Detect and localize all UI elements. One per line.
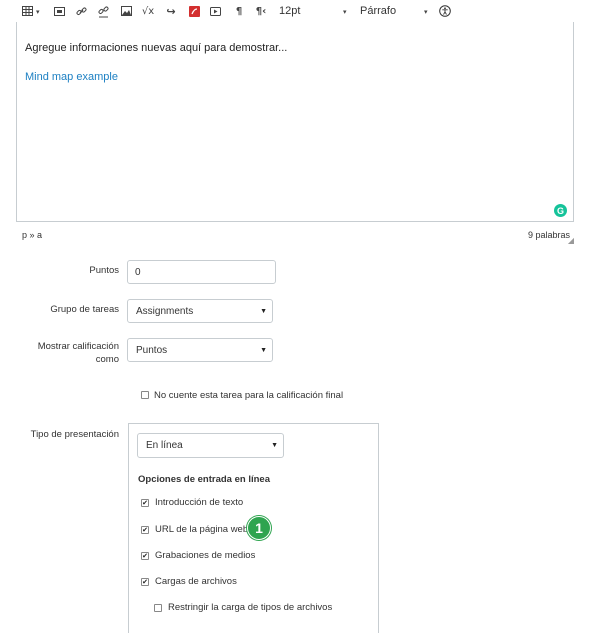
display-grade-value: Puntos <box>136 344 168 356</box>
image-icon[interactable] <box>119 4 133 18</box>
points-label: Puntos <box>89 265 119 276</box>
restrict-file-types-checkbox[interactable] <box>154 604 162 612</box>
ltr-icon[interactable]: ¶ <box>232 4 246 18</box>
word-count: 9 palabras <box>527 230 570 240</box>
exclude-final-grade-checkbox[interactable] <box>141 391 149 399</box>
editor-toolbar: ▾ √x ↪ ¶ ¶‹ 12pt ▾ Párrafo ▾ <box>0 0 600 24</box>
points-input[interactable]: 0 <box>127 260 276 284</box>
equation-icon[interactable]: √x <box>141 4 155 18</box>
editor-text[interactable]: Agregue informaciones nuevas aquí para d… <box>25 42 287 54</box>
accessibility-icon[interactable] <box>438 4 452 18</box>
display-grade-select[interactable]: Puntos ▼ <box>127 338 273 362</box>
website-url-checkbox[interactable]: ✔ <box>141 526 149 534</box>
video-icon[interactable] <box>208 4 222 18</box>
rich-text-editor[interactable]: Agregue informaciones nuevas aquí para d… <box>16 22 574 222</box>
unlink-icon[interactable] <box>96 4 110 18</box>
file-uploads-label[interactable]: Cargas de archivos <box>155 576 237 587</box>
submission-type-select[interactable]: En línea ▼ <box>137 433 284 458</box>
rtl-icon[interactable]: ¶‹ <box>254 4 268 18</box>
assignment-group-select[interactable]: Assignments ▼ <box>127 299 273 323</box>
chevron-down-icon: ▼ <box>260 346 267 354</box>
restrict-file-types-label[interactable]: Restringir la carga de tipos de archivos <box>168 602 332 613</box>
website-url-label[interactable]: URL de la página web <box>155 524 248 535</box>
media-recordings-checkbox[interactable]: ✔ <box>141 552 149 560</box>
chevron-down-icon[interactable]: ▾ <box>36 8 40 16</box>
chevron-down-icon[interactable]: ▾ <box>424 8 428 16</box>
callout-badge: 1 <box>247 516 271 540</box>
assignment-group-label: Grupo de tareas <box>50 304 119 315</box>
font-size-select[interactable]: 12pt <box>279 5 300 17</box>
element-path[interactable]: p » a <box>22 230 42 240</box>
media-icon[interactable] <box>52 4 66 18</box>
mind-map-link[interactable]: Mind map example <box>25 71 118 83</box>
table-icon[interactable] <box>20 4 34 18</box>
exclude-final-grade-label[interactable]: No cuente esta tarea para la calificació… <box>154 390 343 401</box>
submission-type-label: Tipo de presentación <box>30 429 119 440</box>
link-icon[interactable] <box>74 4 88 18</box>
chevron-down-icon: ▼ <box>260 307 267 315</box>
media-recordings-label[interactable]: Grabaciones de medios <box>155 550 255 561</box>
chevron-down-icon[interactable]: ▾ <box>343 8 347 16</box>
submission-type-value: En línea <box>146 440 183 451</box>
flash-icon[interactable] <box>187 4 201 18</box>
file-uploads-checkbox[interactable]: ✔ <box>141 578 149 586</box>
text-entry-label[interactable]: Introducción de texto <box>155 497 243 508</box>
text-entry-checkbox[interactable]: ✔ <box>141 499 149 507</box>
assignment-group-value: Assignments <box>136 305 194 317</box>
display-grade-label: Mostrar calificación como <box>37 341 119 365</box>
grammarly-icon[interactable]: G <box>554 204 567 217</box>
format-select[interactable]: Párrafo <box>360 5 396 17</box>
lti-tool-icon[interactable]: ↪ <box>164 4 178 18</box>
chevron-down-icon: ▼ <box>271 442 278 449</box>
online-options-heading: Opciones de entrada en línea <box>138 474 270 485</box>
resize-handle-icon[interactable]: ◢ <box>568 236 574 245</box>
